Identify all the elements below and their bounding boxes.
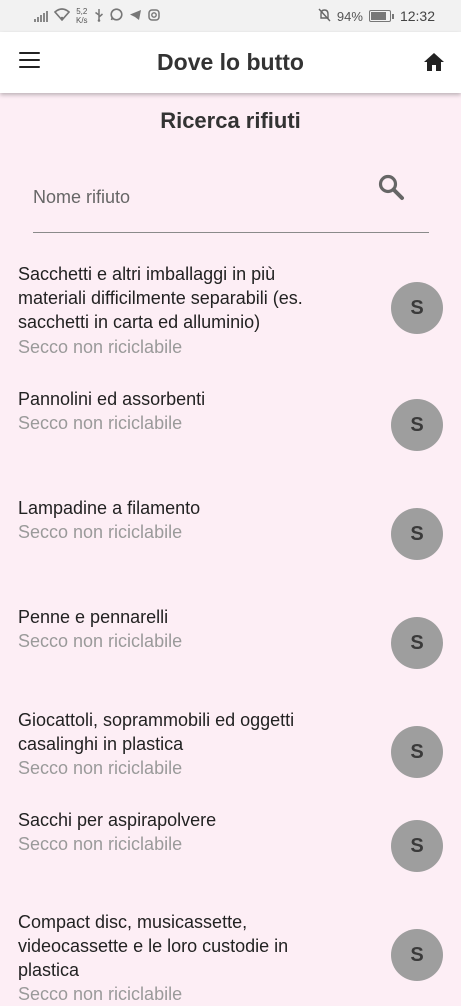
battery-icon — [368, 10, 394, 22]
item-name-line: casalinghi in plastica — [18, 734, 184, 754]
whatsapp-icon — [109, 8, 123, 24]
category-badge: S — [391, 726, 443, 778]
item-category: Secco non riciclabile — [18, 758, 183, 778]
item-name-line: Sacchi per aspirapolvere — [18, 810, 217, 830]
item-name-line: plastica — [18, 960, 80, 980]
status-bar: 5,2 K/s 94% 12:32 — [0, 0, 461, 32]
home-icon[interactable] — [422, 50, 446, 74]
item-category: Secco non riciclabile — [18, 337, 183, 357]
net-speed-unit: K/s — [76, 16, 88, 25]
item-name: Pannolini ed assorbenti — [18, 387, 368, 411]
item-category: Secco non riciclabile — [18, 834, 183, 854]
item-category: Secco non riciclabile — [18, 522, 183, 542]
category-badge: S — [391, 820, 443, 872]
category-badge: S — [391, 508, 443, 560]
telegram-icon — [129, 9, 142, 24]
item-name-line: materiali difficilmente separabili (es. — [18, 288, 303, 308]
item-name: Sacchetti e altri imballaggi in più mater… — [18, 262, 368, 334]
search-underline — [33, 232, 429, 233]
instagram-icon — [147, 8, 160, 24]
category-badge: S — [391, 282, 443, 334]
item-name-line: videocassette e le loro custodie in — [18, 936, 289, 956]
item-name: Penne e pennarelli — [18, 605, 368, 629]
item-category: Secco non riciclabile — [18, 631, 183, 651]
item-name-line: Compact disc, musicassette, — [18, 912, 248, 932]
item-name: Sacchi per aspirapolvere — [18, 808, 368, 832]
item-name: Compact disc, musicassette, videocassette… — [18, 910, 368, 982]
search-icon[interactable] — [376, 172, 406, 202]
signal-icon — [34, 10, 48, 22]
item-category: Secco non riciclabile — [18, 413, 183, 433]
wifi-icon — [53, 8, 71, 24]
app-bar: Dove lo butto — [0, 32, 461, 93]
usb-icon — [94, 8, 104, 25]
item-name-line: Pannolini ed assorbenti — [18, 389, 206, 409]
item-category: Secco non riciclabile — [18, 984, 183, 1004]
item-name-line: Sacchetti e altri imballaggi in più — [18, 264, 276, 284]
category-badge: S — [391, 617, 443, 669]
item-name: Lampadine a filamento — [18, 496, 368, 520]
search-input[interactable] — [33, 182, 363, 212]
item-name: Giocattoli, soprammobili ed oggetti casal… — [18, 708, 368, 756]
item-name-line: sacchetti in carta ed alluminio) — [18, 312, 261, 332]
app-title: Dove lo butto — [157, 49, 304, 75]
item-name-line: Giocattoli, soprammobili ed oggetti — [18, 710, 295, 730]
status-bar-left: 5,2 K/s — [34, 6, 160, 26]
page-title: Ricerca rifiuti — [160, 108, 301, 133]
status-bar-right: 94% 12:32 — [318, 6, 435, 26]
net-speed: 5,2 K/s — [76, 7, 88, 25]
category-badge: S — [391, 399, 443, 451]
category-badge: S — [391, 929, 443, 981]
net-speed-value: 5,2 — [76, 7, 88, 16]
battery-percent: 94% — [336, 8, 363, 24]
item-name-line: Lampadine a filamento — [18, 498, 201, 518]
item-name-line: Penne e pennarelli — [18, 607, 169, 627]
mute-alarm-icon — [318, 8, 331, 25]
search-field — [33, 170, 429, 234]
clock: 12:32 — [399, 8, 435, 24]
